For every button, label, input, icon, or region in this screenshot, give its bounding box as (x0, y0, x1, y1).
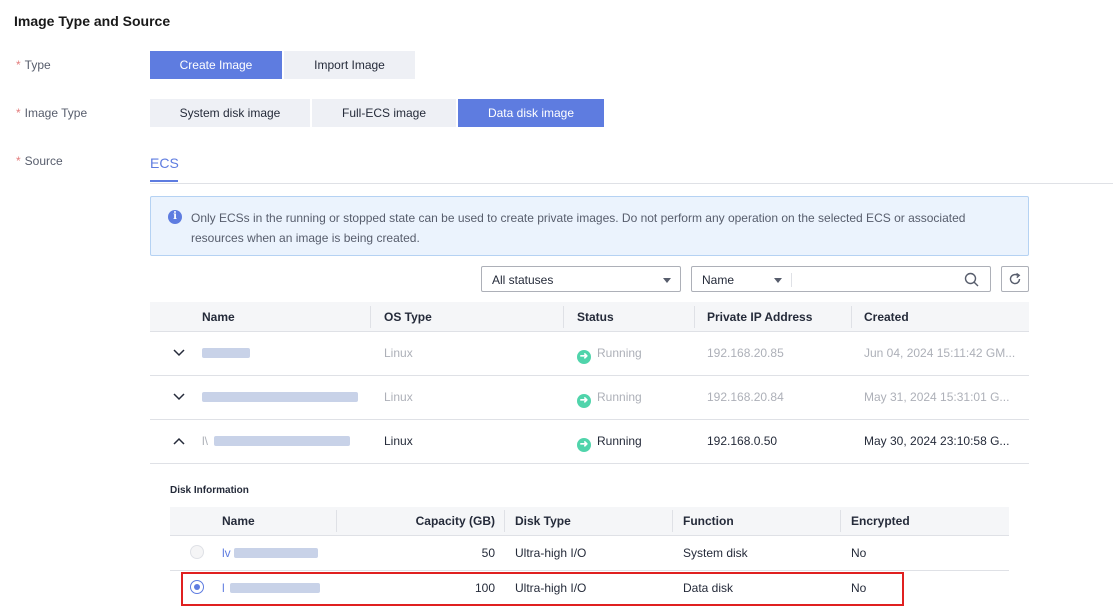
status-filter-value: All statuses (492, 273, 554, 287)
private-ip: 192.168.0.50 (707, 434, 778, 448)
disk-info-title: Disk Information (170, 485, 249, 496)
ecs-name-redacted (202, 392, 358, 402)
chevron-down-icon (663, 278, 671, 283)
required-mark: * (16, 58, 21, 72)
disk-name: lv (222, 546, 231, 560)
disk-radio-disabled (190, 545, 204, 559)
col-os-type: OS Type (384, 310, 432, 324)
disk-capacity: 50 (481, 546, 495, 560)
chevron-down-icon[interactable] (173, 349, 185, 357)
search-divider (791, 273, 792, 287)
os-type: Linux (384, 434, 413, 448)
ecs-name-redacted (214, 436, 350, 446)
os-type: Linux (384, 346, 413, 360)
search-input[interactable] (800, 273, 960, 287)
source-label: * Source (16, 154, 63, 168)
disk-function: System disk (683, 546, 748, 560)
disk-type: Ultra-high I/O (515, 546, 587, 560)
disk-col-name: Name (222, 514, 255, 528)
created-time: May 31, 2024 15:31:01 G... (864, 390, 1010, 404)
running-status-icon: ➜ (577, 438, 591, 452)
info-notice: i Only ECSs in the running or stopped st… (150, 196, 1029, 256)
created-time: May 30, 2024 23:10:58 G... (864, 434, 1010, 448)
disk-col-encrypted: Encrypted (851, 514, 910, 528)
info-icon: i (168, 210, 182, 224)
running-status-icon: ➜ (577, 350, 591, 364)
import-image-button[interactable]: Import Image (284, 51, 415, 79)
ecs-name-redacted (202, 348, 250, 358)
required-mark: * (16, 106, 21, 120)
status-cell: ➜ Running (577, 434, 642, 452)
status-filter-select[interactable]: All statuses (481, 266, 681, 292)
disk-encrypted: No (851, 546, 867, 560)
os-type: Linux (384, 390, 413, 404)
type-label: * Type (16, 58, 51, 72)
data-disk-image-button[interactable]: Data disk image (458, 99, 604, 127)
col-status: Status (577, 310, 614, 324)
search-icon[interactable] (964, 272, 979, 287)
chevron-down-icon (774, 278, 782, 283)
tab-divider (150, 183, 1113, 184)
col-private-ip: Private IP Address (707, 310, 813, 324)
tab-ecs[interactable]: ECS (150, 155, 179, 177)
refresh-button[interactable] (1001, 266, 1029, 292)
section-title: Image Type and Source (14, 13, 171, 29)
status-cell: ➜ Running (577, 390, 642, 408)
refresh-icon (1009, 272, 1021, 285)
search-field-select[interactable]: Name (702, 273, 734, 287)
running-status-icon: ➜ (577, 394, 591, 408)
col-name: Name (202, 310, 235, 324)
disk-name-redacted (234, 548, 318, 558)
private-ip: 192.168.20.84 (707, 390, 784, 404)
full-ecs-image-button[interactable]: Full-ECS image (312, 99, 456, 127)
col-created: Created (864, 310, 909, 324)
highlight-box (181, 572, 904, 606)
created-time: Jun 04, 2024 15:11:42 GM... (864, 346, 1016, 360)
system-disk-image-button[interactable]: System disk image (150, 99, 310, 127)
required-mark: * (16, 154, 21, 168)
info-text: Only ECSs in the running or stopped stat… (191, 211, 966, 245)
chevron-down-icon[interactable] (173, 393, 185, 401)
search-box[interactable]: Name (691, 266, 991, 292)
disk-col-type: Disk Type (515, 514, 571, 528)
disk-col-capacity: Capacity (GB) (415, 514, 495, 528)
create-image-button[interactable]: Create Image (150, 51, 282, 79)
status-cell: ➜ Running (577, 346, 642, 364)
private-ip: 192.168.20.85 (707, 346, 784, 360)
ecs-name: l\ (202, 434, 208, 448)
tab-active-indicator (150, 180, 178, 182)
image-type-label: * Image Type (16, 106, 88, 120)
disk-col-function: Function (683, 514, 734, 528)
chevron-up-icon[interactable] (173, 437, 185, 445)
